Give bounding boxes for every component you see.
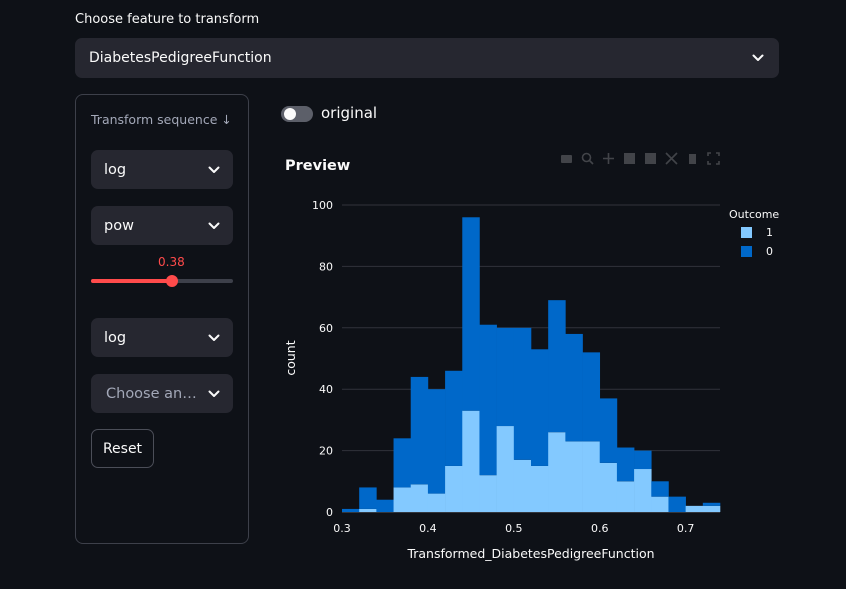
bar-outcome-1[interactable]	[548, 432, 566, 512]
bar-outcome-0[interactable]	[359, 487, 377, 509]
y-axis-label: count	[283, 340, 298, 375]
legend-swatch-0[interactable]	[741, 246, 752, 257]
legend-swatch-1[interactable]	[741, 227, 752, 238]
chart-legend: Outcome 1 0	[729, 208, 779, 258]
chart-y-ticks: 0 20 40 60 80 100	[312, 199, 333, 519]
bar-outcome-1[interactable]	[685, 505, 704, 512]
bar-outcome-0[interactable]	[393, 438, 412, 488]
bar-outcome-1[interactable]	[427, 493, 446, 512]
y-tick-label: 0	[326, 506, 333, 519]
bar-outcome-1[interactable]	[616, 481, 635, 512]
y-tick-label: 80	[319, 260, 333, 273]
bar-outcome-0[interactable]	[513, 327, 532, 460]
legend-label-1: 1	[766, 226, 773, 239]
bar-outcome-0[interactable]	[410, 376, 429, 485]
x-tick-label: 0.4	[419, 522, 437, 535]
bar-outcome-1[interactable]	[513, 459, 532, 512]
bar-outcome-0[interactable]	[634, 450, 652, 470]
bar-outcome-0[interactable]	[531, 349, 549, 466]
bar-outcome-0[interactable]	[496, 327, 515, 427]
bar-outcome-1[interactable]	[702, 505, 721, 512]
y-tick-label: 40	[319, 383, 333, 396]
x-tick-label: 0.5	[505, 522, 523, 535]
bar-outcome-1[interactable]	[496, 426, 515, 512]
bar-outcome-1[interactable]	[359, 508, 377, 512]
chart-x-ticks: 0.3 0.4 0.5 0.6 0.7	[333, 522, 694, 535]
bar-outcome-1[interactable]	[565, 441, 583, 512]
x-tick-label: 0.7	[677, 522, 695, 535]
bar-outcome-0[interactable]	[668, 496, 686, 512]
y-tick-label: 100	[312, 199, 333, 212]
bar-outcome-1[interactable]	[462, 410, 480, 512]
legend-title: Outcome	[729, 208, 779, 221]
bar-outcome-1[interactable]	[651, 496, 669, 512]
bar-outcome-1[interactable]	[634, 469, 652, 512]
bar-outcome-1[interactable]	[445, 465, 463, 512]
bar-outcome-0[interactable]	[462, 217, 480, 411]
bar-outcome-1[interactable]	[393, 487, 412, 512]
bar-outcome-1[interactable]	[531, 465, 549, 512]
y-tick-label: 60	[319, 322, 333, 335]
bar-outcome-0[interactable]	[599, 398, 618, 463]
bar-outcome-1[interactable]	[582, 441, 601, 512]
bar-outcome-0[interactable]	[342, 508, 360, 512]
histogram-chart: 0.3 0.4 0.5 0.6 0.7 0 20 40 60 80 100 Transformed…	[283, 199, 779, 561]
x-tick-label: 0.3	[333, 522, 351, 535]
bar-outcome-0[interactable]	[616, 447, 635, 482]
bar-outcome-0[interactable]	[702, 502, 721, 506]
bar-outcome-0[interactable]	[427, 389, 446, 494]
chart-bars	[342, 217, 721, 512]
bar-outcome-0[interactable]	[548, 300, 566, 433]
bar-outcome-1[interactable]	[479, 475, 497, 512]
x-tick-label: 0.6	[591, 522, 609, 535]
y-tick-label: 20	[319, 445, 333, 458]
bar-outcome-0[interactable]	[376, 499, 394, 512]
bar-outcome-0[interactable]	[582, 352, 601, 442]
bar-outcome-1[interactable]	[599, 462, 618, 512]
legend-label-0: 0	[766, 245, 773, 258]
bar-outcome-0[interactable]	[479, 324, 497, 476]
bar-outcome-0[interactable]	[445, 370, 463, 466]
x-axis-label: Transformed_DiabetesPedigreeFunction	[406, 546, 654, 561]
bar-outcome-1[interactable]	[410, 484, 429, 512]
bar-outcome-0[interactable]	[651, 481, 669, 497]
bar-outcome-0[interactable]	[565, 333, 583, 442]
